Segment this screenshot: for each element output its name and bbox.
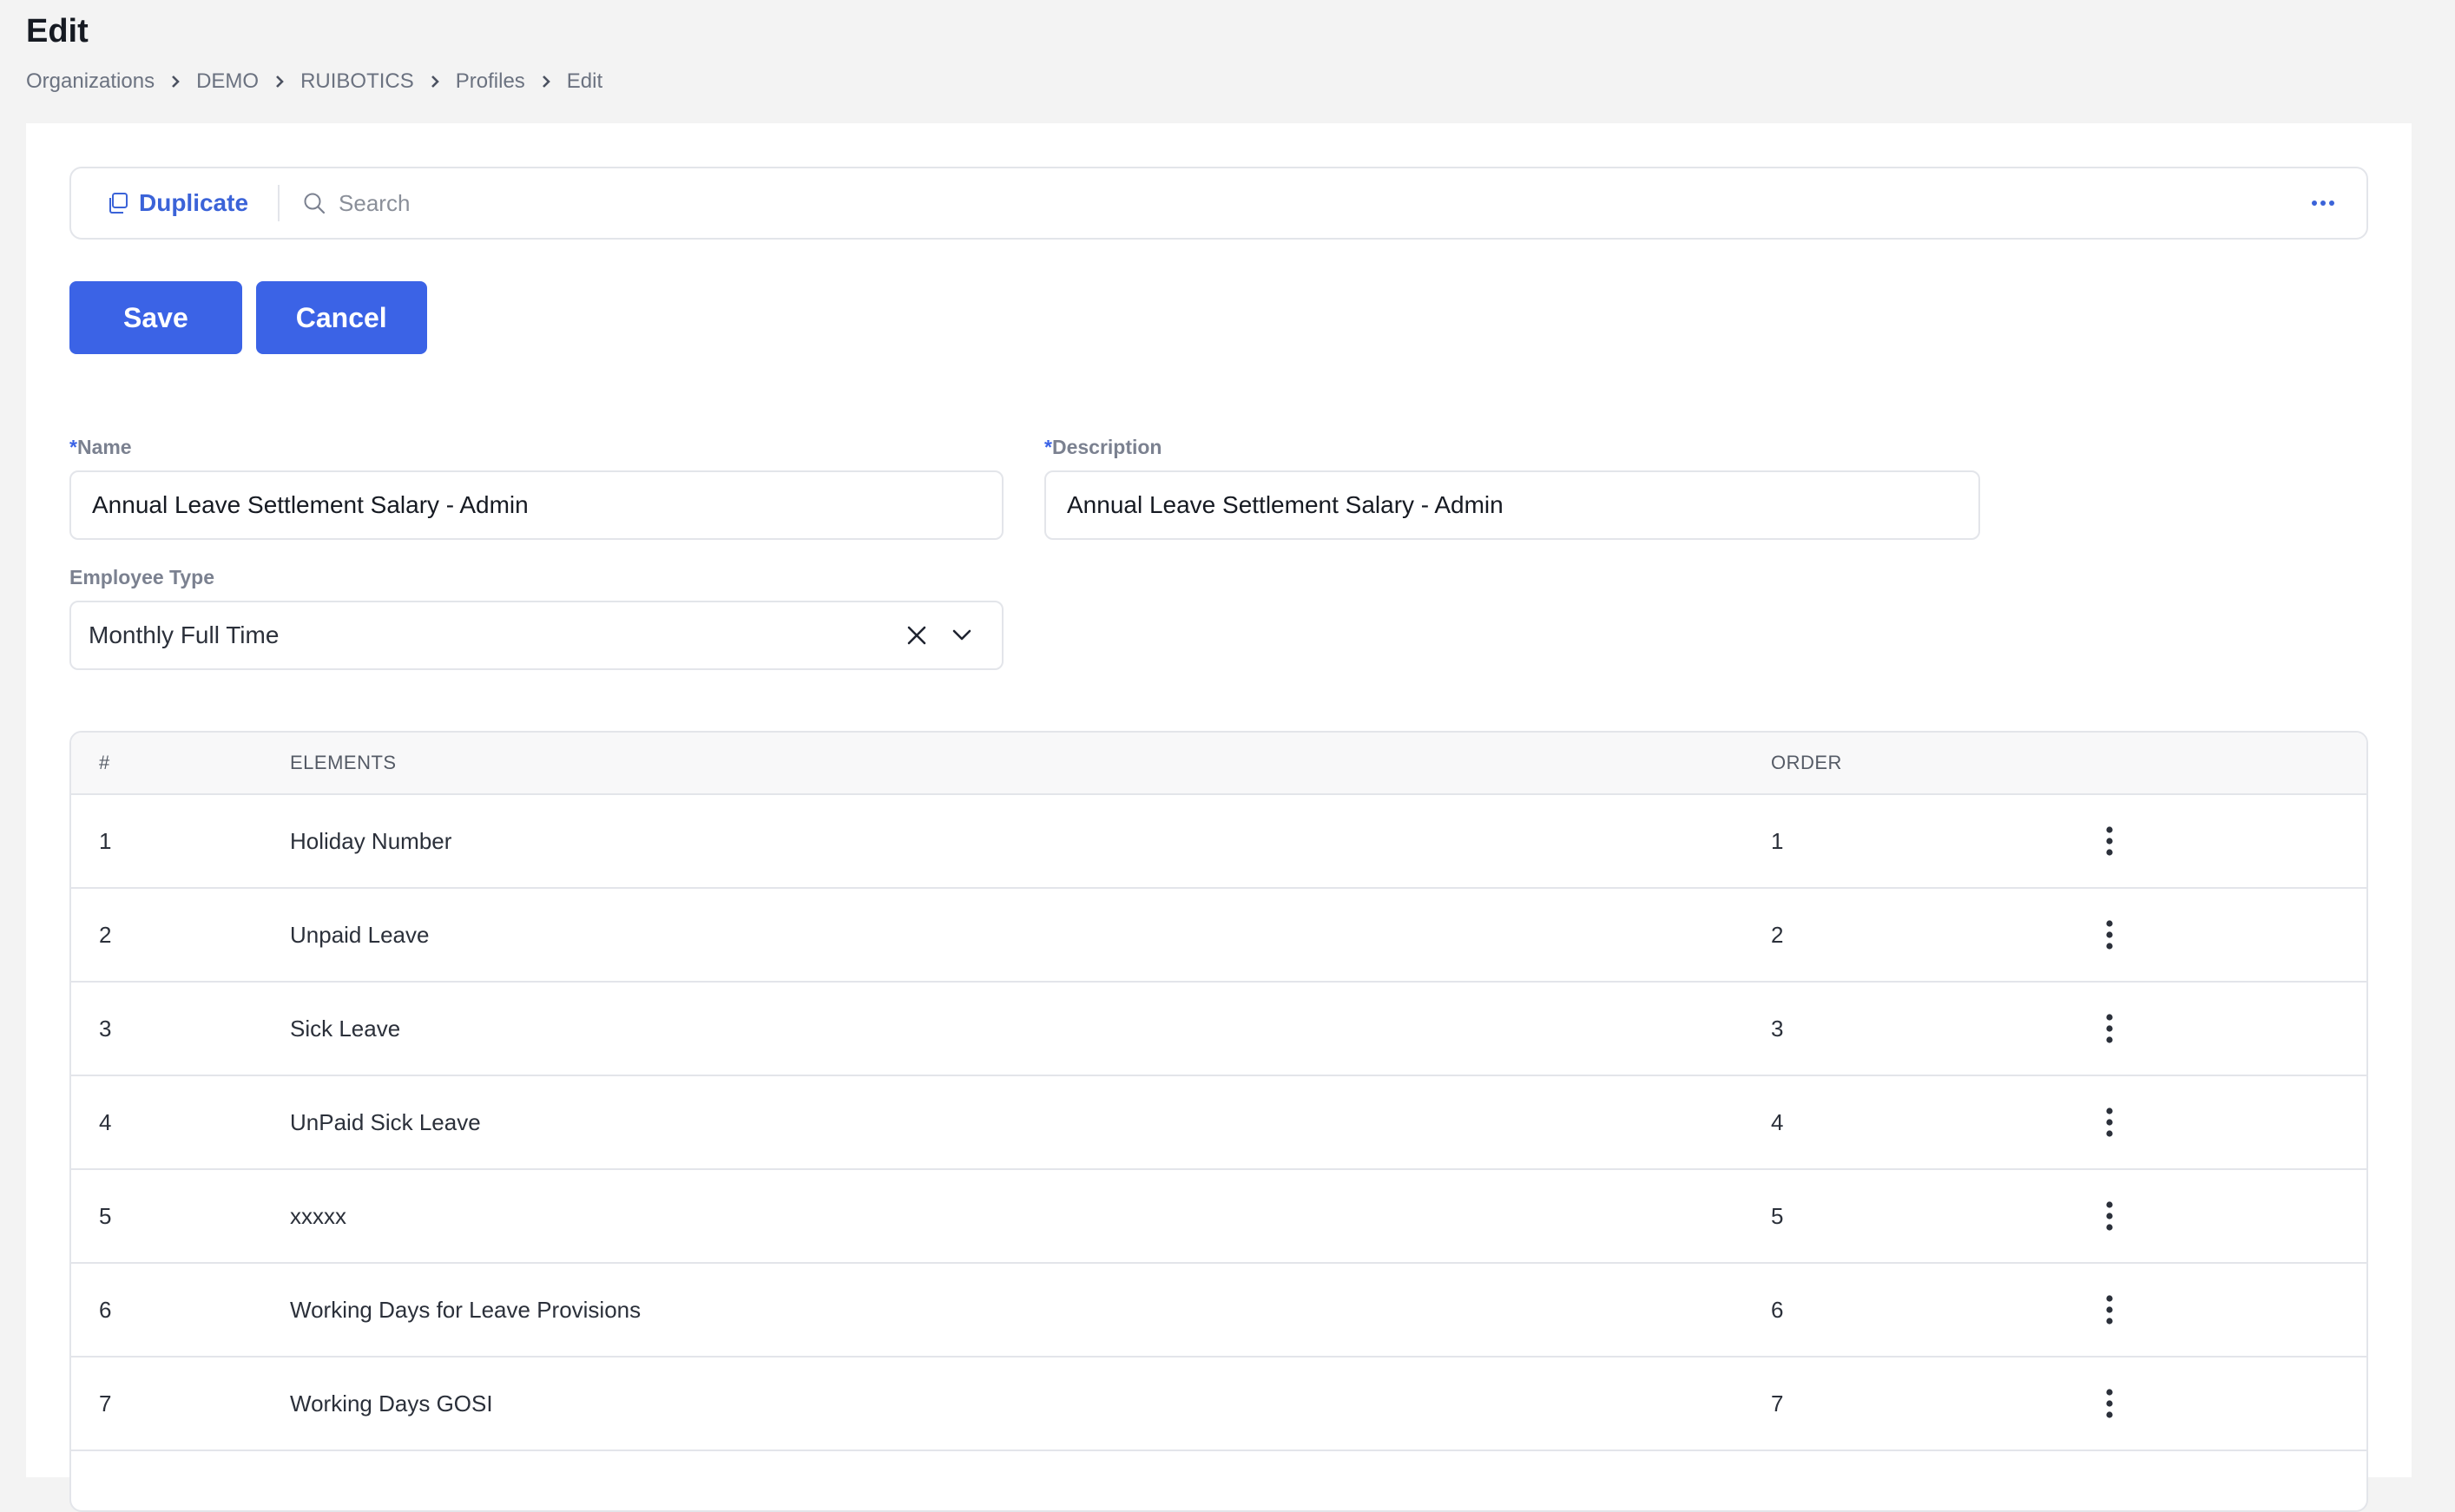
row-element: Unpaid Leave (290, 921, 430, 948)
page-header: Edit Organizations DEMO RUIBOTICS Profil… (26, 12, 602, 94)
table-row[interactable]: 1 Holiday Number 1 (71, 795, 2366, 889)
chevron-right-icon (525, 69, 567, 94)
column-header-number: # (99, 752, 110, 773)
row-element: Working Days GOSI (290, 1390, 493, 1417)
search-icon (304, 193, 326, 214)
description-input[interactable]: Annual Leave Settlement Salary - Admin (1044, 470, 1980, 540)
row-number: 5 (99, 1202, 112, 1229)
breadcrumb-edit: Edit (566, 69, 603, 93)
row-number: 6 (99, 1296, 112, 1323)
copy-icon (109, 193, 128, 214)
name-input[interactable]: Annual Leave Settlement Salary - Admin (69, 470, 1004, 540)
search-input[interactable] (339, 189, 860, 217)
table-row[interactable]: 3 Sick Leave 3 (71, 983, 2366, 1076)
row-number: 7 (99, 1390, 112, 1417)
duplicate-button[interactable]: Duplicate (106, 189, 248, 217)
row-element: Working Days for Leave Provisions (290, 1296, 642, 1323)
table-row[interactable]: 5 xxxxx 5 (71, 1170, 2366, 1264)
column-header-elements[interactable]: ELEMENTS (290, 752, 1771, 774)
more-vertical-icon[interactable] (2083, 909, 2136, 961)
search-box (302, 189, 2297, 217)
required-mark: * (1044, 436, 1052, 458)
toolbar: Duplicate (69, 167, 2368, 240)
table-body: 1 Holiday Number 1 2 Unpaid Leave 2 3 Sick Leav… (71, 795, 2366, 1451)
toolbar-divider (278, 185, 280, 221)
row-order: 7 (1771, 1390, 1784, 1417)
row-number: 4 (99, 1108, 112, 1135)
chevron-down-icon[interactable] (939, 613, 984, 658)
row-order: 4 (1771, 1108, 1784, 1135)
name-label: *Name (69, 436, 132, 459)
row-number: 2 (99, 921, 112, 948)
row-order: 5 (1771, 1202, 1784, 1229)
elements-table: # ELEMENTS ORDER 1 Holiday Number 1 2 Unpaid… (69, 731, 2368, 1512)
table-row[interactable]: 4 UnPaid Sick Leave 4 (71, 1076, 2366, 1170)
chevron-right-icon (259, 69, 300, 94)
description-label-text: Description (1051, 436, 1162, 458)
page-title: Edit (26, 13, 89, 49)
employee-type-select[interactable]: Monthly Full Time (69, 601, 1004, 670)
table-header: # ELEMENTS ORDER (71, 733, 2366, 795)
form-actions: Save Cancel (69, 281, 441, 354)
more-vertical-icon[interactable] (2083, 1377, 2136, 1430)
name-label-text: Name (76, 436, 132, 458)
row-order: 3 (1771, 1015, 1784, 1042)
row-number: 1 (99, 827, 112, 854)
breadcrumb-ruibotics[interactable]: RUIBOTICS (300, 69, 414, 94)
column-header-order[interactable]: ORDER (1771, 752, 2083, 774)
employee-type-value: Monthly Full Time (89, 621, 280, 648)
description-input-value: Annual Leave Settlement Salary - Admin (1067, 491, 1504, 518)
name-input-value: Annual Leave Settlement Salary - Admin (92, 491, 529, 518)
cancel-button[interactable]: Cancel (255, 281, 427, 354)
row-order: 6 (1771, 1296, 1784, 1323)
description-label: *Description (1044, 436, 1162, 459)
more-horizontal-icon[interactable] (2297, 177, 2349, 229)
table-row[interactable]: 2 Unpaid Leave 2 (71, 889, 2366, 983)
breadcrumb-demo[interactable]: DEMO (196, 69, 259, 94)
row-number: 3 (99, 1015, 112, 1042)
row-element: xxxxx (290, 1202, 346, 1229)
table-row[interactable]: 6 Working Days for Leave Provisions 6 (71, 1264, 2366, 1358)
employee-type-label: Employee Type (69, 566, 215, 588)
breadcrumb: Organizations DEMO RUIBOTICS Profiles Ed… (26, 69, 602, 94)
row-element: Holiday Number (290, 827, 452, 854)
more-vertical-icon[interactable] (2083, 815, 2136, 867)
save-button[interactable]: Save (69, 281, 242, 354)
edit-card: Duplicate Save Cancel *Name Annual Leave… (26, 123, 2412, 1512)
row-element: Sick Leave (290, 1015, 401, 1042)
duplicate-label: Duplicate (139, 189, 249, 216)
breadcrumb-profiles[interactable]: Profiles (456, 69, 525, 94)
breadcrumb-organizations[interactable]: Organizations (26, 69, 155, 94)
more-vertical-icon[interactable] (2083, 1003, 2136, 1055)
more-vertical-icon[interactable] (2083, 1096, 2136, 1148)
row-element: UnPaid Sick Leave (290, 1108, 481, 1135)
more-vertical-icon[interactable] (2083, 1284, 2136, 1336)
required-mark: * (69, 436, 77, 458)
row-order: 1 (1771, 827, 1784, 854)
clear-icon[interactable] (894, 613, 939, 658)
chevron-right-icon (414, 69, 456, 94)
row-order: 2 (1771, 921, 1784, 948)
chevron-right-icon (155, 69, 196, 94)
table-row[interactable]: 7 Working Days GOSI 7 (71, 1358, 2366, 1451)
more-vertical-icon[interactable] (2083, 1190, 2136, 1242)
